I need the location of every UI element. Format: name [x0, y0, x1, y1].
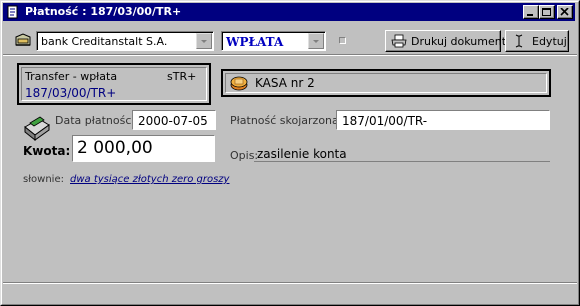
print-document-button[interactable]: Drukuj dokument	[385, 30, 506, 52]
print-document-label: Drukuj dokument	[411, 35, 507, 48]
bank-select-value: bank Creditanstalt S.A.	[41, 35, 168, 48]
transfer-type-label: Transfer - wpłata	[25, 70, 118, 83]
close-button[interactable]	[557, 5, 573, 19]
transfer-code: sTR+	[167, 70, 197, 83]
linked-payment-label: Płatność skojarzona:	[230, 114, 343, 127]
description-field[interactable]: zasilenie konta	[254, 143, 550, 162]
maximize-button[interactable]	[539, 5, 555, 19]
bank-select[interactable]: bank Creditanstalt S.A.	[36, 31, 214, 51]
edit-label: Edytuj	[532, 35, 567, 48]
maximize-icon	[542, 8, 551, 16]
linked-payment-value: 187/01/00/TR-	[342, 114, 428, 128]
linked-payment-field[interactable]: 187/01/00/TR-	[336, 110, 550, 130]
amount-field[interactable]: 2 000,00	[72, 135, 215, 162]
title-bar[interactable]: Płatność : 187/03/00/TR+	[3, 3, 575, 21]
close-icon	[560, 8, 569, 16]
edit-button[interactable]: Edytuj	[505, 30, 569, 52]
document-icon	[6, 5, 20, 19]
amount-label: Kwota:	[23, 144, 71, 158]
payment-date-label: Data płatności:	[55, 114, 139, 127]
cash-machine-icon	[21, 113, 51, 146]
cash-register-icon	[230, 75, 248, 94]
transfer-number: 187/03/00/TR+	[25, 86, 117, 100]
cash-register-label: KASA nr 2	[255, 76, 315, 90]
chevron-down-icon[interactable]	[308, 33, 324, 49]
toolbar-separator	[3, 54, 577, 56]
amount-in-words-value: dwa tysiące złotych zero groszy	[70, 174, 230, 185]
chevron-down-icon[interactable]	[196, 33, 212, 49]
status-separator	[3, 282, 577, 284]
minimize-button[interactable]	[523, 5, 539, 19]
payment-date-value: 2000-07-05	[138, 114, 208, 128]
text-cursor-icon	[515, 34, 523, 51]
payment-type-select[interactable]: WPŁATA	[221, 31, 326, 51]
amount-value: 2 000,00	[77, 138, 153, 158]
amount-in-words-label: słownie:	[23, 174, 64, 185]
bank-icon	[14, 32, 32, 51]
window-title: Płatność : 187/03/00/TR+	[25, 5, 182, 18]
printer-icon	[391, 34, 407, 51]
payment-type-value: WPŁATA	[226, 35, 284, 49]
transfer-panel[interactable]: Transfer - wpłata sTR+ 187/03/00/TR+	[17, 63, 211, 105]
description-value: zasilenie konta	[257, 147, 347, 161]
payment-date-field[interactable]: 2000-07-05	[132, 110, 216, 130]
indicator-checkbox[interactable]	[339, 37, 346, 44]
payment-window: Płatność : 187/03/00/TR+ bank Creditanst…	[0, 0, 580, 306]
minimize-icon	[527, 14, 533, 16]
cash-register-panel[interactable]: KASA nr 2	[221, 69, 551, 97]
